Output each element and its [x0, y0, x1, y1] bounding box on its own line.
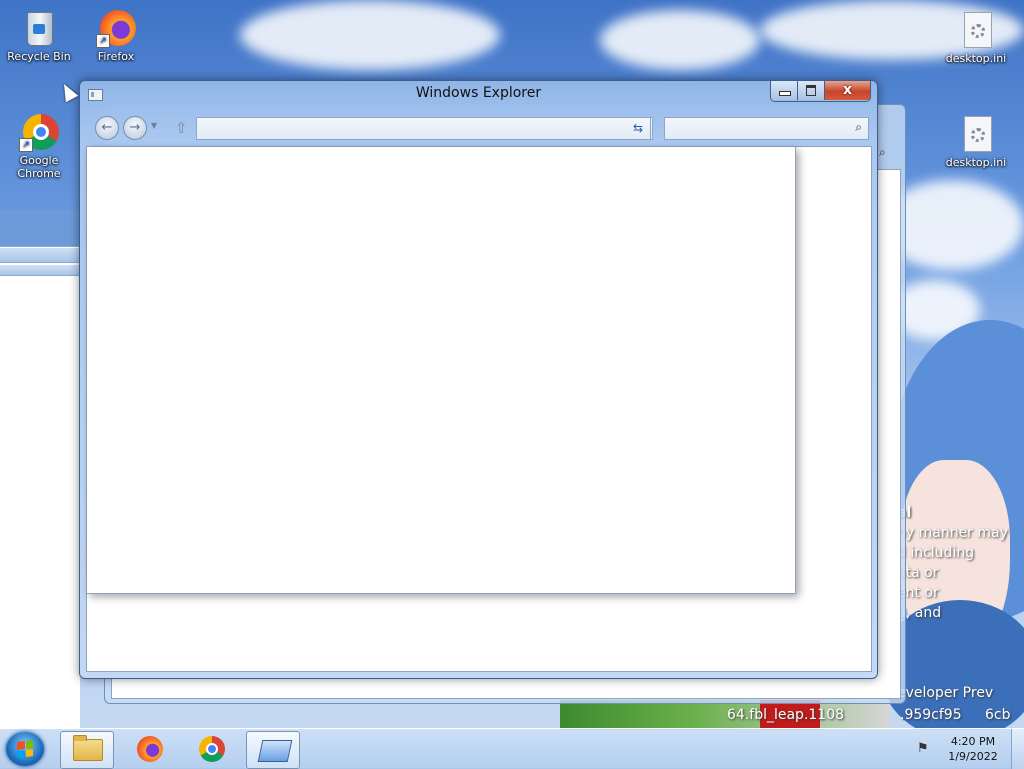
- refresh-button[interactable]: ⇆: [626, 117, 651, 140]
- background-window-toolbar: [0, 210, 80, 247]
- arrow-left-icon: ←: [101, 120, 113, 135]
- address-bar[interactable]: ▼: [196, 117, 653, 140]
- start-button[interactable]: [6, 732, 44, 766]
- maximize-icon: [806, 85, 816, 96]
- inner-empty-panel[interactable]: [87, 147, 796, 594]
- arrow-right-icon: →: [129, 120, 141, 135]
- search-icon: ⌕: [879, 145, 886, 159]
- wallpaper-text: .959cf95: [900, 707, 962, 723]
- shortcut-arrow-icon: ↗: [19, 138, 33, 152]
- desktop-icon-label: desktop.ini: [945, 156, 1007, 169]
- shortcut-arrow-icon: ↗: [96, 34, 110, 48]
- show-desktop-button[interactable]: [1011, 729, 1024, 769]
- windows-logo-icon: [17, 740, 33, 758]
- minimize-icon: [779, 91, 791, 96]
- taskbar-item-firefox[interactable]: [124, 731, 176, 767]
- up-button[interactable]: ⇧: [175, 119, 188, 137]
- desktop-icon-firefox[interactable]: ↗ Firefox: [80, 8, 152, 63]
- wallpaper-text: d including: [897, 545, 975, 561]
- content-area[interactable]: [86, 146, 872, 672]
- chrome-icon: [199, 736, 225, 762]
- action-center-flag-icon[interactable]: ⚑: [917, 741, 929, 756]
- chrome-icon: ↗: [19, 112, 59, 152]
- taskbar: ⚑ 4:20 PM 1/9/2022: [0, 728, 1024, 769]
- forward-button[interactable]: →: [123, 116, 147, 140]
- explorer-window[interactable]: Windows Explorer x ← → ▼ ⇧ ▼ ⇆ ⌕: [79, 80, 878, 679]
- clock-time: 4:20 PM: [950, 735, 996, 748]
- firefox-icon: [137, 736, 163, 762]
- desktop-icon-label: desktop.ini: [945, 52, 1007, 65]
- refresh-icon: ⇆: [632, 121, 644, 135]
- close-icon: x: [842, 82, 853, 98]
- wallpaper-text: eveloper Prev: [897, 685, 994, 701]
- back-button[interactable]: ←: [95, 116, 119, 140]
- maximize-button[interactable]: [798, 81, 825, 100]
- background-window-left[interactable]: [0, 210, 80, 728]
- desktop-icon-label: Recycle Bin: [7, 50, 71, 63]
- taskbar-item-windows-explorer[interactable]: [60, 731, 114, 769]
- clock-date: 1/9/2022: [948, 750, 998, 763]
- minimize-button[interactable]: [771, 81, 798, 100]
- desktop-icon-recycle-bin[interactable]: Recycle Bin: [3, 8, 75, 63]
- desktop-icon-google-chrome[interactable]: ↗ Google Chrome: [3, 112, 75, 180]
- close-button[interactable]: x: [825, 81, 870, 100]
- recycle-bin-icon: [19, 8, 59, 48]
- taskbar-item-internet-explorer[interactable]: [246, 731, 300, 769]
- wallpaper-text: ny manner may: [897, 525, 1008, 541]
- background-window-header: [0, 265, 80, 276]
- window-icon: [257, 740, 293, 762]
- mouse-cursor-icon: [57, 80, 79, 103]
- wallpaper-cloud: [240, 0, 500, 70]
- taskbar-item-google-chrome[interactable]: [186, 731, 238, 767]
- wallpaper-cloud: [600, 10, 760, 70]
- firefox-icon: ↗: [96, 8, 136, 48]
- wallpaper-text: 6cb: [985, 707, 1011, 723]
- search-icon[interactable]: ⌕: [855, 120, 862, 135]
- settings-file-icon: [956, 114, 996, 154]
- desktop-icon-label: Google Chrome: [17, 154, 61, 180]
- desktop-icon-desktop-ini[interactable]: desktop.ini: [940, 10, 1012, 65]
- clock[interactable]: 4:20 PM 1/9/2022: [940, 734, 1006, 764]
- window-title: Windows Explorer: [415, 85, 542, 101]
- background-window-header: [0, 248, 80, 263]
- recent-pages-dropdown[interactable]: ▼: [151, 121, 157, 130]
- caption-buttons: x: [770, 81, 871, 102]
- chevron-down-icon: ▼: [151, 121, 158, 130]
- desktop-icon-desktop-ini[interactable]: desktop.ini: [940, 114, 1012, 169]
- wallpaper-text: 64.fbl_leap.1108: [727, 707, 845, 723]
- folder-icon: [73, 735, 103, 761]
- arrow-up-icon: ⇧: [175, 119, 188, 137]
- settings-file-icon: [956, 10, 996, 50]
- desktop-icon-label: Firefox: [97, 50, 135, 63]
- search-box[interactable]: ⌕: [664, 117, 869, 140]
